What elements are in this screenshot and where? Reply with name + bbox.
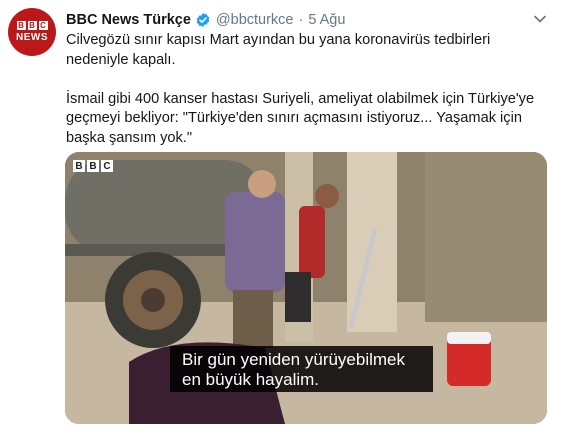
avatar-logo-letter: B: [27, 20, 37, 30]
separator-dot: ·: [298, 12, 304, 28]
tweet-text: Cilvegözü sınır kapısı Mart ayından bu y…: [66, 31, 546, 148]
video-thumbnail[interactable]: B B C Bir gün yeniden yürüyebilmek en bü…: [65, 152, 547, 424]
video-subtitle: Bir gün yeniden yürüyebilmek en büyük ha…: [170, 346, 433, 392]
tweet-header: BBC News Türkçe @bbcturkce · 5 Ağu: [66, 10, 547, 30]
author-handle[interactable]: @bbcturkce: [216, 12, 294, 28]
avatar-logo-letter: B: [16, 20, 26, 30]
watermark-letter: B: [73, 160, 85, 172]
tweet-paragraph-2: İsmail gibi 400 kanser hastası Suriyeli,…: [66, 90, 535, 146]
bbc-watermark-logo: B B C: [73, 160, 113, 172]
watermark-letter: B: [87, 160, 99, 172]
avatar-logo-letter: C: [38, 20, 48, 30]
subtitle-line-2: en büyük hayalim.: [182, 370, 320, 389]
chevron-down-icon[interactable]: [533, 12, 547, 26]
author-name[interactable]: BBC News Türkçe: [66, 12, 191, 28]
subtitle-line-1: Bir gün yeniden yürüyebilmek: [182, 350, 406, 369]
verified-badge-icon: [196, 13, 210, 27]
watermark-letter: C: [101, 160, 113, 172]
avatar[interactable]: B B C NEWS: [8, 8, 56, 56]
avatar-news-word: NEWS: [16, 32, 48, 43]
avatar-bbc-logo: B B C: [16, 20, 48, 30]
tweet-date[interactable]: 5 Ağu: [308, 12, 345, 28]
tweet-paragraph-1: Cilvegözü sınır kapısı Mart ayından bu y…: [66, 32, 491, 68]
